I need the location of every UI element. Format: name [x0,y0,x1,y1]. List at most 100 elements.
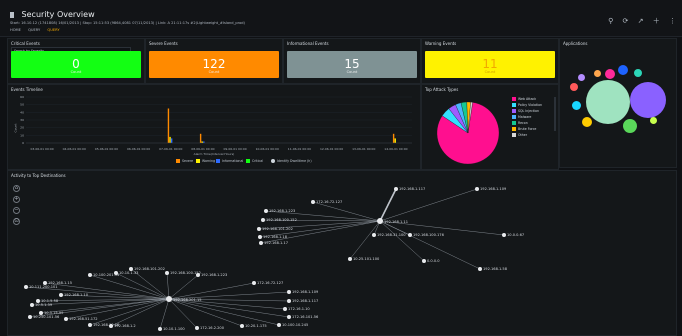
app-bubble-5[interactable] [618,65,628,75]
graph-node[interactable] [287,290,291,294]
graph-node[interactable] [252,281,256,285]
graph-node[interactable] [283,307,287,311]
attack-legend-item[interactable]: Recon [512,121,528,125]
graph-node[interactable] [158,327,162,331]
graph-hub-label: 192.168.201.15 [173,298,202,302]
breadcrumb-home[interactable]: HOME [10,28,21,32]
graph-node[interactable] [109,324,113,328]
graph-node[interactable] [287,315,291,319]
graph-node[interactable] [64,317,68,321]
graph-node[interactable] [129,267,133,271]
panel-severe-events: Severe Events 122 Count [145,38,283,84]
graph-node-label: 192.168.51.172 [69,317,98,321]
graph-node-label: 10.100.10.245 [282,323,309,327]
graph-node-label: 192.168.101.202 [262,227,293,231]
graph-node-label: 10.25.101.100 [353,257,380,261]
app-bubble-12[interactable] [650,117,657,124]
graph-node[interactable] [408,233,412,237]
graph-node[interactable] [24,285,28,289]
graph-node[interactable] [259,241,263,245]
app-bubble-9[interactable] [634,69,642,77]
graph-node[interactable] [88,323,92,327]
timeline-bar-severe [167,108,170,143]
graph-node-label: 192.168.1.15 [48,281,73,285]
legend-swatch [512,121,516,125]
graph-node[interactable] [30,303,34,307]
attack-legend-item[interactable]: Web Attack [512,97,536,101]
toolbar-icons: ⚲ ⟳ ↗ ＋ ⋮ [601,16,676,26]
attack-legend-item[interactable]: Policy Violation [512,103,542,107]
filter-icon[interactable]: ⚲ [608,17,613,25]
timeline-x-tick: 08-06-01 00:00 [191,147,214,151]
severe-events-value: 122 [202,57,226,71]
graph-node[interactable] [258,235,262,239]
graph-node[interactable] [422,259,426,263]
graph-hub-node[interactable] [377,218,383,224]
timeline-bar-severe [199,133,202,143]
app-bubble-7[interactable] [572,101,581,110]
add-icon[interactable]: ＋ [653,17,660,25]
informational-events-value: 15 [344,57,360,71]
app-bubble-11[interactable] [578,74,585,81]
graph-node[interactable] [372,233,376,237]
graph-node[interactable] [88,273,92,277]
graph-node[interactable] [261,218,265,222]
attack-legend-item[interactable]: Other [512,133,527,137]
expand-icon[interactable]: ↗ [638,17,644,25]
graph-node-label: 172.16.1.10 [288,307,310,311]
graph-node-label: 0.0.0.0 [427,259,440,263]
graph-node[interactable] [257,227,261,231]
panel-informational-events: Informational Events 15 Count [283,38,421,84]
timeline-y-tick: 0 [22,141,24,145]
top-bar: Security Overview Start: 16.10.12 (17418… [0,0,682,37]
timeline-legend-dwelltime[interactable]: Identify Dwelltime (h) [271,159,312,163]
nav-back-icon[interactable] [10,12,14,18]
warning-events-value: 11 [482,57,498,71]
app-bubble-applog[interactable] [630,82,666,118]
graph-node[interactable] [59,293,63,297]
graph-node-label: 192.168.100.152 [170,271,201,275]
app-bubble-tripwire[interactable] [586,80,630,124]
graph-node[interactable] [240,324,244,328]
graph-node[interactable] [478,267,482,271]
graph-hub-node[interactable] [166,296,172,302]
graph-node[interactable] [165,271,169,275]
breadcrumb-query[interactable]: QUERY [28,28,40,32]
timeline-legend-informational[interactable]: Informational [216,159,243,163]
graph-node-label: 172.16.72.127 [316,200,343,204]
graph-node[interactable] [475,187,479,191]
graph-node[interactable] [114,271,118,275]
app-bubble-6[interactable] [582,117,592,127]
timeline-legend-warning[interactable]: Warning [196,159,215,163]
graph-node[interactable] [195,326,199,330]
graph-node[interactable] [287,299,291,303]
attack-legend-item[interactable]: Malware [512,115,531,119]
graph-node[interactable] [28,315,32,319]
graph-node[interactable] [394,187,398,191]
graph-node[interactable] [277,323,281,327]
severe-events-kpi: 122 Count [149,51,279,78]
graph-node[interactable] [43,281,47,285]
legend-scrollbar[interactable] [554,97,556,131]
attack-legend-item[interactable]: SQL Injection [512,109,539,113]
graph-node-label: 172.16.2.200 [200,326,225,330]
breadcrumb: HOME QUERY QUERY [10,28,66,32]
time-range-text: Start: 16.10.12 (1741808) 16/01/2013 | S… [10,21,245,25]
graph-node[interactable] [264,209,268,213]
app-bubble-8[interactable] [570,83,578,91]
timeline-legend-critical[interactable]: Critical [246,159,263,163]
app-bubble-3[interactable] [623,119,637,133]
breadcrumb-query-active[interactable]: QUERY [47,28,59,32]
timeline-legend-severe[interactable]: Severe [176,159,193,163]
graph-node-label: 10.250.101.56 [33,315,60,319]
graph-node[interactable] [348,257,352,261]
more-icon[interactable]: ⋮ [669,17,676,25]
refresh-icon[interactable]: ⟳ [623,17,629,25]
graph-node[interactable] [311,200,315,204]
app-bubble-10[interactable] [594,70,601,77]
graph-hub-label: 192.168.1.11 [384,220,409,224]
graph-node[interactable] [502,233,506,237]
timeline-x-tick: 06-06-01 00:00 [127,147,150,151]
attack-legend-item[interactable]: Brute Force [512,127,536,131]
app-bubble-4[interactable] [605,69,615,79]
